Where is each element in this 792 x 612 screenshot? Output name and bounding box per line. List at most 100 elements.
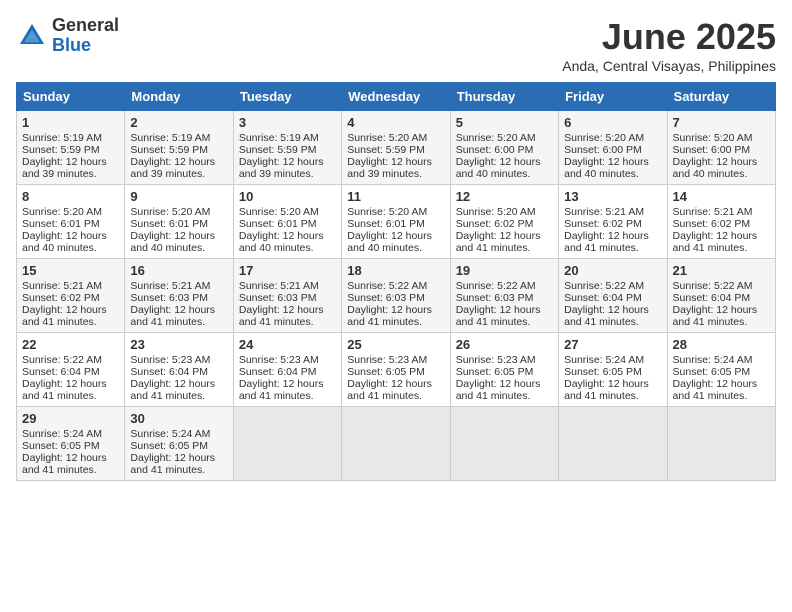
sunset-line: Sunset: 6:03 PM [130, 292, 208, 304]
sunrise-line: Sunrise: 5:20 AM [239, 206, 319, 218]
calendar-table: Sunday Monday Tuesday Wednesday Thursday… [16, 82, 776, 481]
daylight-line: Daylight: 12 hours [130, 230, 215, 242]
sunrise-line: Sunrise: 5:22 AM [456, 280, 536, 292]
daylight-line: Daylight: 12 hours [456, 230, 541, 242]
daylight-line: Daylight: 12 hours [347, 230, 432, 242]
header-sunday: Sunday [17, 83, 125, 111]
table-row: 7 Sunrise: 5:20 AM Sunset: 6:00 PM Dayli… [667, 111, 775, 185]
sunrise-line: Sunrise: 5:22 AM [673, 280, 753, 292]
calendar-week-row: 29 Sunrise: 5:24 AM Sunset: 6:05 PM Dayl… [17, 407, 776, 481]
daylight-minutes: and 41 minutes. [22, 390, 97, 402]
daylight-line: Daylight: 12 hours [564, 156, 649, 168]
daylight-minutes: and 41 minutes. [130, 390, 205, 402]
daylight-line: Daylight: 12 hours [22, 378, 107, 390]
daylight-line: Daylight: 12 hours [564, 378, 649, 390]
sunrise-line: Sunrise: 5:24 AM [564, 354, 644, 366]
table-row: 5 Sunrise: 5:20 AM Sunset: 6:00 PM Dayli… [450, 111, 558, 185]
table-row: 2 Sunrise: 5:19 AM Sunset: 5:59 PM Dayli… [125, 111, 233, 185]
table-row: 22 Sunrise: 5:22 AM Sunset: 6:04 PM Dayl… [17, 333, 125, 407]
calendar-week-row: 22 Sunrise: 5:22 AM Sunset: 6:04 PM Dayl… [17, 333, 776, 407]
sunset-line: Sunset: 6:00 PM [673, 144, 751, 156]
sunrise-line: Sunrise: 5:20 AM [130, 206, 210, 218]
day-number: 9 [130, 189, 227, 204]
daylight-line: Daylight: 12 hours [673, 378, 758, 390]
sunset-line: Sunset: 6:02 PM [564, 218, 642, 230]
daylight-line: Daylight: 12 hours [456, 156, 541, 168]
daylight-line: Daylight: 12 hours [347, 156, 432, 168]
table-row: 25 Sunrise: 5:23 AM Sunset: 6:05 PM Dayl… [342, 333, 450, 407]
daylight-line: Daylight: 12 hours [22, 304, 107, 316]
daylight-minutes: and 41 minutes. [130, 316, 205, 328]
daylight-minutes: and 40 minutes. [673, 168, 748, 180]
sunrise-line: Sunrise: 5:20 AM [564, 132, 644, 144]
sunrise-line: Sunrise: 5:23 AM [130, 354, 210, 366]
day-number: 3 [239, 115, 336, 130]
daylight-minutes: and 41 minutes. [456, 390, 531, 402]
table-row: 24 Sunrise: 5:23 AM Sunset: 6:04 PM Dayl… [233, 333, 341, 407]
day-number: 28 [673, 337, 770, 352]
daylight-line: Daylight: 12 hours [673, 156, 758, 168]
daylight-minutes: and 39 minutes. [239, 168, 314, 180]
daylight-line: Daylight: 12 hours [239, 230, 324, 242]
sunrise-line: Sunrise: 5:21 AM [130, 280, 210, 292]
daylight-minutes: and 40 minutes. [456, 168, 531, 180]
day-number: 13 [564, 189, 661, 204]
day-number: 1 [22, 115, 119, 130]
calendar-week-row: 15 Sunrise: 5:21 AM Sunset: 6:02 PM Dayl… [17, 259, 776, 333]
daylight-line: Daylight: 12 hours [673, 304, 758, 316]
sunset-line: Sunset: 6:02 PM [456, 218, 534, 230]
day-number: 23 [130, 337, 227, 352]
table-row: 1 Sunrise: 5:19 AM Sunset: 5:59 PM Dayli… [17, 111, 125, 185]
sunset-line: Sunset: 5:59 PM [347, 144, 425, 156]
sunrise-line: Sunrise: 5:19 AM [130, 132, 210, 144]
calendar-week-row: 1 Sunrise: 5:19 AM Sunset: 5:59 PM Dayli… [17, 111, 776, 185]
daylight-minutes: and 40 minutes. [22, 242, 97, 254]
table-row [559, 407, 667, 481]
header-wednesday: Wednesday [342, 83, 450, 111]
sunrise-line: Sunrise: 5:23 AM [456, 354, 536, 366]
table-row: 21 Sunrise: 5:22 AM Sunset: 6:04 PM Dayl… [667, 259, 775, 333]
daylight-minutes: and 40 minutes. [130, 242, 205, 254]
daylight-minutes: and 41 minutes. [347, 316, 422, 328]
sunset-line: Sunset: 6:01 PM [22, 218, 100, 230]
day-number: 8 [22, 189, 119, 204]
page-header: General Blue June 2025 Anda, Central Vis… [16, 16, 776, 74]
daylight-minutes: and 39 minutes. [22, 168, 97, 180]
daylight-minutes: and 41 minutes. [564, 316, 639, 328]
header-monday: Monday [125, 83, 233, 111]
sunrise-line: Sunrise: 5:21 AM [673, 206, 753, 218]
sunrise-line: Sunrise: 5:20 AM [22, 206, 102, 218]
daylight-minutes: and 40 minutes. [564, 168, 639, 180]
daylight-line: Daylight: 12 hours [130, 156, 215, 168]
table-row: 18 Sunrise: 5:22 AM Sunset: 6:03 PM Dayl… [342, 259, 450, 333]
daylight-line: Daylight: 12 hours [564, 230, 649, 242]
sunset-line: Sunset: 6:05 PM [130, 440, 208, 452]
table-row: 26 Sunrise: 5:23 AM Sunset: 6:05 PM Dayl… [450, 333, 558, 407]
table-row: 13 Sunrise: 5:21 AM Sunset: 6:02 PM Dayl… [559, 185, 667, 259]
logo-icon [16, 20, 48, 52]
sunrise-line: Sunrise: 5:24 AM [673, 354, 753, 366]
table-row: 10 Sunrise: 5:20 AM Sunset: 6:01 PM Dayl… [233, 185, 341, 259]
day-number: 14 [673, 189, 770, 204]
header-thursday: Thursday [450, 83, 558, 111]
sunrise-line: Sunrise: 5:22 AM [564, 280, 644, 292]
sunset-line: Sunset: 5:59 PM [239, 144, 317, 156]
header-tuesday: Tuesday [233, 83, 341, 111]
daylight-minutes: and 41 minutes. [239, 390, 314, 402]
table-row: 27 Sunrise: 5:24 AM Sunset: 6:05 PM Dayl… [559, 333, 667, 407]
sunset-line: Sunset: 6:04 PM [239, 366, 317, 378]
daylight-minutes: and 40 minutes. [239, 242, 314, 254]
sunrise-line: Sunrise: 5:23 AM [239, 354, 319, 366]
sunset-line: Sunset: 6:00 PM [456, 144, 534, 156]
sunset-line: Sunset: 6:02 PM [22, 292, 100, 304]
sunset-line: Sunset: 6:03 PM [239, 292, 317, 304]
sunrise-line: Sunrise: 5:20 AM [673, 132, 753, 144]
daylight-minutes: and 39 minutes. [130, 168, 205, 180]
sunset-line: Sunset: 6:01 PM [130, 218, 208, 230]
day-number: 15 [22, 263, 119, 278]
sunrise-line: Sunrise: 5:20 AM [347, 132, 427, 144]
logo-general: General [52, 16, 119, 36]
daylight-minutes: and 40 minutes. [347, 242, 422, 254]
daylight-line: Daylight: 12 hours [239, 156, 324, 168]
daylight-line: Daylight: 12 hours [130, 304, 215, 316]
